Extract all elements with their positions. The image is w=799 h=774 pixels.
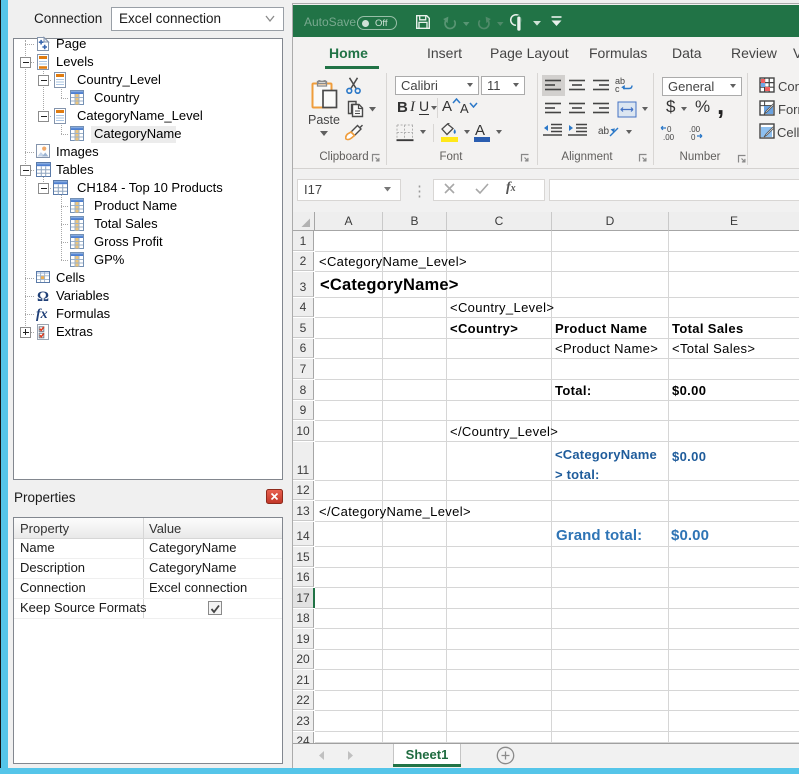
svg-text:0: 0 [691,133,696,141]
svg-text:.00: .00 [663,133,675,141]
svg-text:Ω: Ω [37,289,49,304]
svg-text:ab: ab [598,126,610,137]
svg-text:fx: fx [36,307,48,321]
svg-text:c: c [615,84,620,93]
